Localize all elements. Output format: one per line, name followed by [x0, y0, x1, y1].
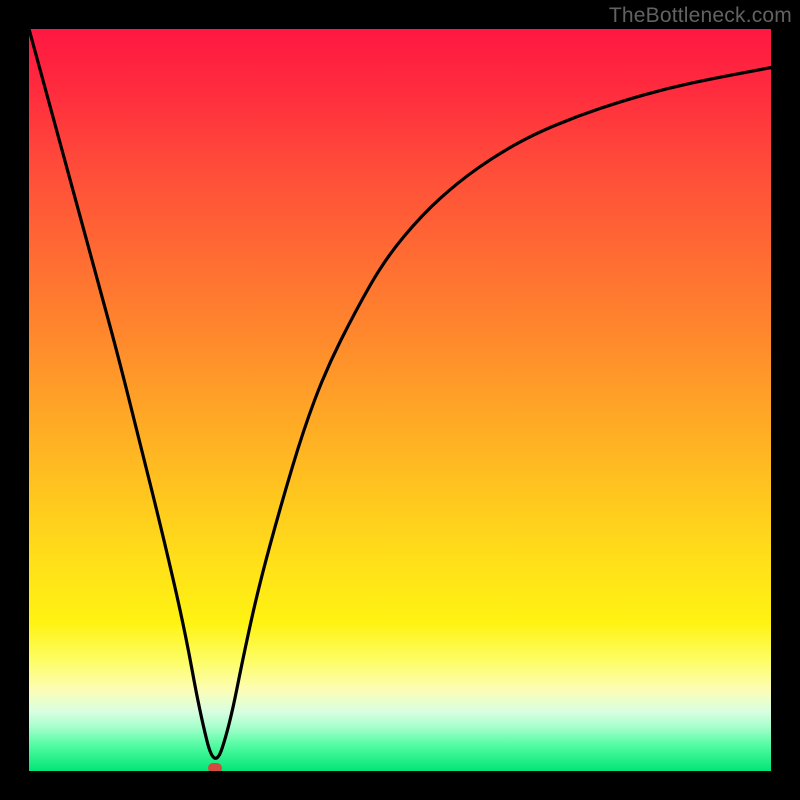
watermark-text: TheBottleneck.com	[609, 4, 792, 28]
curve-path	[29, 29, 771, 758]
minimum-marker	[208, 763, 222, 771]
plot-area	[29, 29, 771, 771]
bottleneck-curve	[29, 29, 771, 771]
